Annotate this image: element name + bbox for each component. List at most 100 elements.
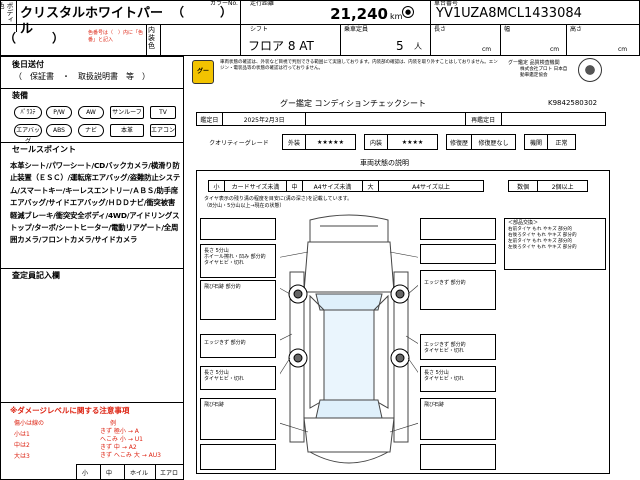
car-diagram-icon [280,214,418,464]
size-big: 大 [363,181,379,191]
condition-title: 車両状態の説明 [360,159,409,167]
power-steering-icon: ﾊﾟﾜｽﾃ [14,106,42,119]
size-mid: 中 [287,181,303,191]
aircon-icon: エアコン [150,124,176,137]
damage-line-0: 傷小は線の [14,420,45,427]
inspector-title: 査定員記入欄 [12,271,60,280]
annot-left-2-text: 長さ 5分山 ホイール擦れ・凹み 部分的 タイヤヒビ・切れ [204,248,266,266]
navigation-icon: ナビ [78,124,104,137]
color-note: 色番号は（ ）内に「色番」と記入 [88,30,144,43]
annot-right-7 [420,444,496,470]
date-value: 2025年2月3日 [223,113,307,125]
annot-right-3-text: エッジきず 部分的 [424,280,466,286]
annot-left-3-text: 飛び石跡 部分的 [204,284,241,290]
damage-line-3: 大は3 [14,453,30,460]
color-paren: （ ） [172,5,233,19]
count-label: 数個 [509,181,539,191]
length-unit: cm [482,46,492,53]
interior-label: 内装 [364,134,388,150]
reappraisal-label: 再鑑定日 [466,113,502,125]
bottom-label-wheel: ホイル [130,470,149,477]
size-a4: A4サイズ未満 [303,181,363,191]
tv-icon: TV [150,106,176,119]
mileage-value: 21,240 [330,5,388,23]
airbag-icon: エアバッグ [14,124,42,145]
date-row: 鑑定日 2025年2月3日 再鑑定日 [196,112,606,126]
damage-example-3: きず 中 → A2 [100,444,137,451]
annot-left-5-text: 長さ 5分山 タイヤヒビ・切れ [204,370,244,382]
agency-sub: 株式会社プロト 日本自動車鑑定協会 [520,67,568,78]
interior-stars: ★★★★ [388,134,438,150]
equipment-title: 装備 [12,91,28,100]
annot-right-1 [420,218,496,240]
leather-icon: 本革 [110,124,144,137]
parts-note-text: 右前タイヤ もれ やキズ 部分的 右後ろタイヤ もれ やキズ 部分的 左前タイヤ… [508,227,577,250]
aluminum-wheel-icon: AW [78,106,104,119]
color-no-label: カラーNo. [210,0,238,7]
bottom-label-aero: エアロ [160,470,179,477]
damage-example-0: 例 [110,420,117,427]
width-unit: cm [550,46,560,53]
size-legend: 小 カードサイズ未満 中 A4サイズ未満 大 A4サイズ以上 [208,180,484,192]
inner-color-paren: （ ） [4,31,65,45]
annot-left-1 [200,218,276,240]
annot-left-4 [200,334,276,358]
quality-row: クオリティーグレード 外装 ★★★★★ 内装 ★★★★ 修復歴 修復歴なし 機関… [196,134,606,150]
length-label: 長さ [434,26,447,33]
count-legend: 数個 2個以上 [508,180,588,192]
after-warranty-title: 後日送付 [12,60,44,69]
damage-line-2: 中は2 [14,442,30,449]
annot-right-3 [420,270,496,310]
damage-title: ※ダメージレベルに関する注意事項 [10,406,130,415]
capacity-value: 5 [396,39,404,53]
engine-value: 正常 [548,134,576,150]
power-window-icon: P/W [46,106,72,119]
chassis-value: YV1UZA8MCL1433084 [436,6,582,21]
abs-icon: ABS [46,124,72,137]
damage-example-2: へこみ 小 → U1 [100,436,143,443]
capacity-unit: 人 [414,42,422,51]
date-label: 鑑定日 [197,113,223,125]
body-color-label: ボディ色 [0,2,14,23]
shift-label: シフト [250,26,269,33]
annot-left-6-text: 飛び石跡 [204,402,225,408]
annot-right-5-text: 長さ 5分山 タイヤヒビ・切れ [424,370,464,382]
annot-right-4-text: エッジきず 部分的 タイヤヒビ・切れ [424,342,466,354]
mileage-indicator-icon: ● [402,6,414,18]
tire-note: タイヤ表示の残り溝の程度を目安に(溝の深さ)を記載しています。 [204,196,353,202]
mileage-label: 走行距離 [250,0,275,7]
height-unit: cm [618,46,628,53]
notice-text: 車両状態の確認は、外装など目視で判別できる範囲にて実施しております。内装部の確認… [220,60,498,71]
size-card: カードサイズ未満 [225,181,287,191]
exterior-stars: ★★★★★ [306,134,356,150]
tire-sub: （8分山・5分山以上→現在の状態） [204,203,285,209]
jaaa-logo-icon [578,58,602,82]
inner-color-label: 内装色 [148,26,155,50]
damage-line-1: 小は1 [14,431,30,438]
after-warranty-items: （ 保証書 ・ 取扱説明書 等 ） [14,72,150,81]
damage-example-1: きず 極小 → A [100,428,139,435]
size-a4plus: A4サイズ以上 [412,183,450,191]
sales-points-title: セールスポイント [12,145,76,154]
damage-example-4: きず へこみ 大 → AU3 [100,452,161,459]
count-value: 2個以上 [551,183,574,191]
parts-note-title: ＜部品交換＞ [508,220,539,226]
sales-points-text: 本革シート/パワーシート/CDバックカメラ/横滑り防止装置（ＥＳＣ）/運転席エア… [10,161,181,245]
quality-label: クオリティーグレード [209,139,269,147]
size-small: 小 [209,181,225,191]
capacity-label: 乗車定員 [344,26,369,33]
bottom-label-small: 小 [82,470,89,477]
bottom-label-mid: 中 [106,470,113,477]
annot-left-4-text: エッジきず 部分的 [204,340,246,346]
repair-value: 修復歴なし [472,134,516,150]
height-label: 高さ [570,26,583,33]
goo-logo-text: グー [196,68,209,75]
sheet-title: グー鑑定 コンディションチェックシート [280,99,426,108]
agency-name: グー鑑定 品質検査機関 [508,60,560,66]
sunroof-icon: サンルーフ [110,106,144,119]
width-label: 幅 [504,26,511,33]
annot-right-6-text: 飛び石跡 [424,402,445,408]
annot-left-7 [200,444,276,470]
annot-right-2 [420,244,496,264]
shift-value: フロア 8 AT [248,39,314,53]
